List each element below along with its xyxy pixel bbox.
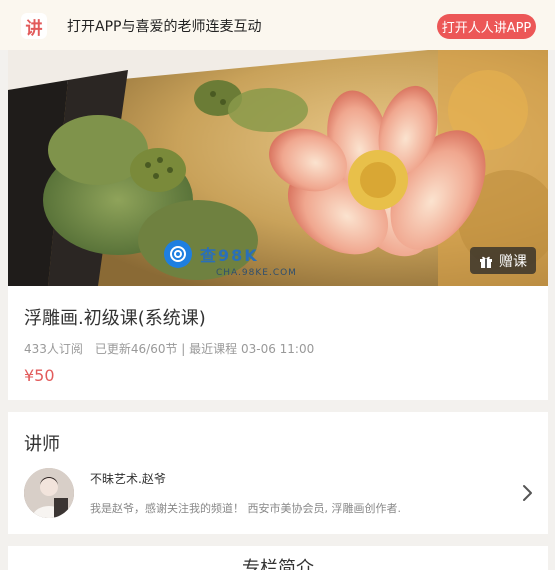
watermark-text: 查98K [200, 246, 259, 265]
course-info-card: 浮雕画.初级课(系统课) 433人订阅 已更新46/60节 | 最近课程 03-… [8, 286, 548, 400]
course-cover-image: 查98K CHA.98KE.COM 赠课 [8, 50, 548, 286]
course-price: ¥50 [24, 366, 55, 385]
watermark: 查98K CHA.98KE.COM [164, 240, 296, 278]
course-title: 浮雕画.初级课(系统课) [24, 308, 206, 329]
app-logo-icon: 讲 [21, 13, 47, 39]
teacher-bio: 我是赵爷，感谢关注我的频道！ 西安市美协会员, 浮雕画创作者. [90, 502, 401, 515]
teacher-name[interactable]: 不昧艺术.赵爷 [90, 470, 166, 487]
gift-course-button[interactable]: 赠课 [470, 247, 536, 274]
watermark-subtext: CHA.98KE.COM [216, 268, 297, 278]
course-meta: 433人订阅 已更新46/60节 | 最近课程 03-06 11:00 [24, 342, 315, 356]
teacher-section-title: 讲师 [24, 434, 60, 455]
open-app-button[interactable]: 打开人人讲APP [437, 14, 536, 39]
teacher-avatar[interactable] [24, 468, 74, 518]
watermark-logo-icon [164, 240, 192, 268]
banner-message: 打开APP与喜爱的老师连麦互动 [67, 19, 262, 35]
column-intro-section: 专栏简介 [8, 546, 548, 570]
app-download-banner[interactable]: 讲 打开APP与喜爱的老师连麦互动 打开人人讲APP [0, 0, 555, 50]
gift-label: 赠课 [499, 253, 527, 270]
intro-section-title: 专栏简介 [242, 558, 314, 570]
gift-icon [479, 254, 493, 268]
lotus-relief-artwork [8, 50, 548, 286]
teacher-section: 讲师 不昧艺术.赵爷 我是赵爷，感谢关注我的频道！ 西安市美协会员, 浮雕画创作… [8, 412, 548, 534]
chevron-right-icon[interactable] [516, 482, 538, 504]
